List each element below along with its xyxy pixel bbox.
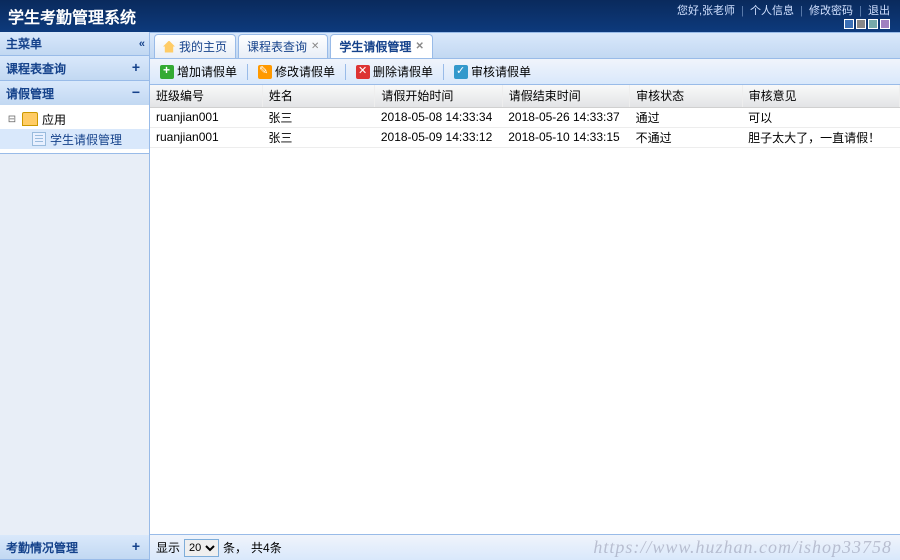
tab-home[interactable]: 我的主页: [154, 34, 236, 58]
greeting-text: 您好,张老师: [677, 5, 735, 17]
col-comment[interactable]: 审核意见: [742, 85, 899, 107]
theme-teal[interactable]: [868, 19, 878, 29]
top-links: 您好,张老师 | 个人信息 | 修改密码 | 退出: [677, 2, 890, 18]
collapse-sidebar-icon[interactable]: «: [139, 38, 143, 50]
tree-label: 应用: [42, 111, 66, 128]
col-end[interactable]: 请假结束时间: [502, 85, 629, 107]
table-row[interactable]: ruanjian001 张三 2018-05-08 14:33:34 2018-…: [150, 107, 900, 127]
close-tab-icon[interactable]: ✕: [311, 41, 319, 52]
sidebar-spacer: [0, 154, 149, 535]
pager-total: 共4条: [251, 539, 282, 556]
sidebar-title: 主菜单: [6, 35, 42, 52]
content-area: 我的主页 课程表查询 ✕ 学生请假管理 ✕ 增加请假单 修改请假单: [150, 32, 900, 560]
delete-icon: [356, 65, 370, 79]
page-size-select[interactable]: 20: [184, 539, 219, 557]
tree-node-student-leave[interactable]: 学生请假管理: [0, 129, 149, 149]
cell-comment: 胆子太大了，一直请假！: [742, 127, 899, 147]
cell-status: 通过: [630, 107, 742, 127]
check-icon: [454, 65, 468, 79]
pager-bar: 显示 20 条， 共4条 https://www.huzhan.com/isho…: [150, 534, 900, 560]
tree-node-app[interactable]: ⊟ 应用: [0, 109, 149, 129]
theme-purple[interactable]: [880, 19, 890, 29]
sidebar-section-schedule[interactable]: 课程表查询 +: [0, 56, 149, 81]
add-leave-button[interactable]: 增加请假单: [154, 61, 243, 82]
sidebar-section-leave: 请假管理 − ⊟ 应用 学生请假管理: [0, 81, 149, 154]
data-grid: 班级编号 姓名 请假开始时间 请假结束时间 审核状态 审核意见 ruanjian…: [150, 85, 900, 534]
tab-label: 学生请假管理: [339, 38, 411, 55]
button-label: 修改请假单: [275, 63, 335, 80]
pager-show-label: 显示: [156, 539, 180, 556]
logout-link[interactable]: 退出: [868, 5, 890, 17]
sidebar-header: 主菜单 «: [0, 32, 149, 56]
cell-end: 2018-05-10 14:33:15: [502, 127, 629, 147]
app-title: 学生考勤管理系统: [8, 4, 136, 28]
col-start[interactable]: 请假开始时间: [375, 85, 502, 107]
edit-leave-button[interactable]: 修改请假单: [252, 61, 341, 82]
tab-bar: 我的主页 课程表查询 ✕ 学生请假管理 ✕: [150, 33, 900, 59]
pager-unit: 条，: [223, 539, 247, 556]
col-status[interactable]: 审核状态: [630, 85, 742, 107]
watermark-text: https://www.huzhan.com/ishop33758: [593, 537, 892, 558]
separator: |: [859, 5, 862, 17]
separator: |: [741, 5, 744, 17]
sidebar-section-attendance[interactable]: 考勤情况管理 +: [0, 535, 149, 560]
button-label: 删除请假单: [373, 63, 433, 80]
theme-swatches: [844, 19, 890, 29]
separator: |: [800, 5, 803, 17]
col-class-id[interactable]: 班级编号: [150, 85, 262, 107]
nav-tree: ⊟ 应用 学生请假管理: [0, 105, 149, 153]
grid-header-row: 班级编号 姓名 请假开始时间 请假结束时间 审核状态 审核意见: [150, 85, 900, 107]
collapse-icon[interactable]: −: [129, 86, 143, 100]
cell-class-id: ruanjian001: [150, 107, 262, 127]
expand-icon[interactable]: +: [129, 540, 143, 554]
section-header-leave[interactable]: 请假管理 −: [0, 81, 149, 105]
section-label: 请假管理: [6, 85, 54, 102]
toolbar-separator: [443, 64, 444, 80]
tab-label: 我的主页: [179, 38, 227, 55]
toolbar-separator: [247, 64, 248, 80]
app-header: 学生考勤管理系统 您好,张老师 | 个人信息 | 修改密码 | 退出: [0, 0, 900, 32]
cell-name: 张三: [262, 107, 374, 127]
col-name[interactable]: 姓名: [262, 85, 374, 107]
file-icon: [32, 132, 46, 146]
tab-student-leave[interactable]: 学生请假管理 ✕: [330, 34, 432, 58]
add-icon: [160, 65, 174, 79]
theme-gray[interactable]: [856, 19, 866, 29]
cell-comment: 可以: [742, 107, 899, 127]
main-menu-sidebar: 主菜单 « 课程表查询 + 请假管理 − ⊟ 应用 学生: [0, 32, 150, 560]
tab-label: 课程表查询: [247, 38, 307, 55]
close-tab-icon[interactable]: ✕: [415, 41, 423, 52]
expand-icon[interactable]: +: [129, 61, 143, 75]
profile-link[interactable]: 个人信息: [750, 5, 794, 17]
tree-label: 学生请假管理: [50, 131, 122, 148]
tree-toggle-icon[interactable]: ⊟: [6, 114, 18, 125]
cell-status: 不通过: [630, 127, 742, 147]
button-label: 增加请假单: [177, 63, 237, 80]
delete-leave-button[interactable]: 删除请假单: [350, 61, 439, 82]
cell-start: 2018-05-09 14:33:12: [375, 127, 502, 147]
edit-icon: [258, 65, 272, 79]
cell-name: 张三: [262, 127, 374, 147]
theme-blue[interactable]: [844, 19, 854, 29]
folder-icon: [22, 112, 38, 126]
cell-start: 2018-05-08 14:33:34: [375, 107, 502, 127]
change-password-link[interactable]: 修改密码: [809, 5, 853, 17]
toolbar-separator: [345, 64, 346, 80]
review-leave-button[interactable]: 审核请假单: [448, 61, 537, 82]
button-label: 审核请假单: [471, 63, 531, 80]
section-label: 考勤情况管理: [6, 539, 78, 556]
cell-class-id: ruanjian001: [150, 127, 262, 147]
table-row[interactable]: ruanjian001 张三 2018-05-09 14:33:12 2018-…: [150, 127, 900, 147]
toolbar: 增加请假单 修改请假单 删除请假单 审核请假单: [150, 59, 900, 85]
tab-schedule-query[interactable]: 课程表查询 ✕: [238, 34, 328, 58]
cell-end: 2018-05-26 14:33:37: [502, 107, 629, 127]
home-icon: [163, 41, 175, 53]
section-label: 课程表查询: [6, 60, 66, 77]
